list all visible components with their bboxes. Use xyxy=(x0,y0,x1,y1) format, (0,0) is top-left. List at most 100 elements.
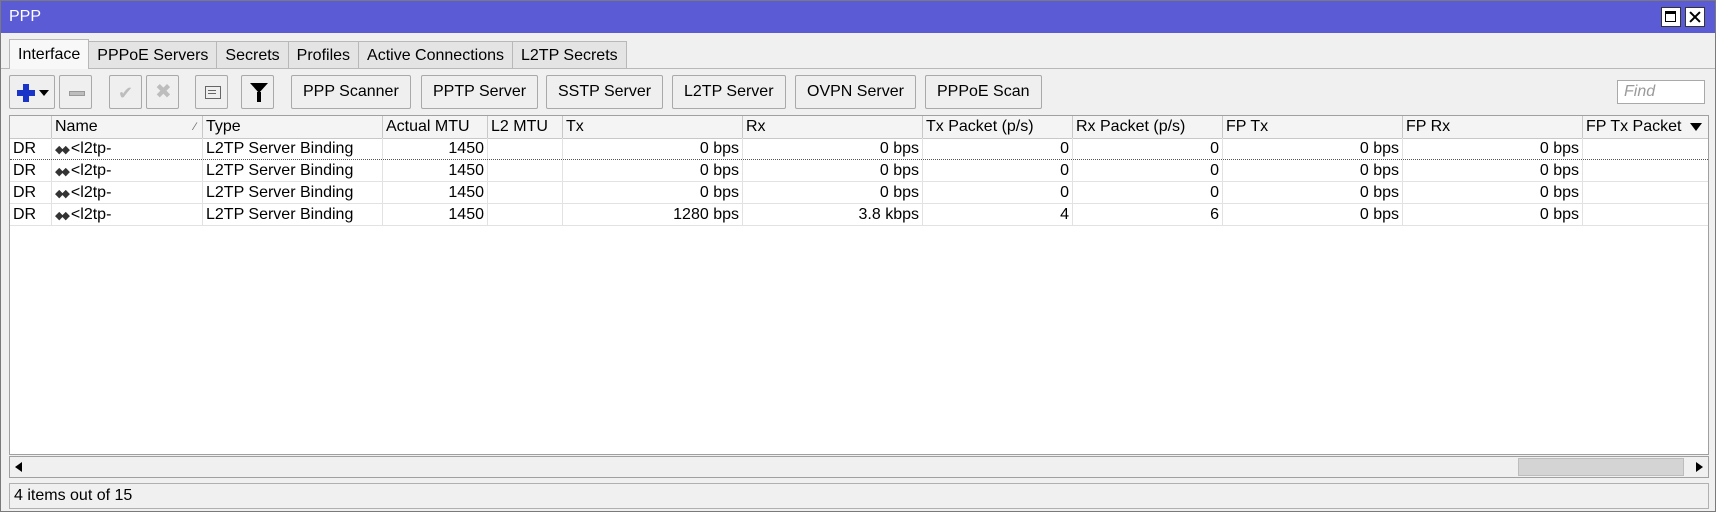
col-fp-tx[interactable]: FP Tx xyxy=(1223,116,1403,138)
cell-name: ◆◆ <l2tp- xyxy=(52,182,203,203)
col-name[interactable]: Name ∕ xyxy=(52,116,203,138)
remove-button[interactable] xyxy=(59,75,92,109)
filter-button[interactable] xyxy=(241,75,274,109)
scrollbar-thumb[interactable] xyxy=(1518,458,1684,476)
cell-l2-mtu xyxy=(488,182,563,203)
arrow-right-icon[interactable] xyxy=(1696,462,1703,472)
cell-rx: 0 bps xyxy=(743,182,923,203)
col-rx[interactable]: Rx xyxy=(743,116,923,138)
cell-flags: DR xyxy=(10,138,52,159)
add-button[interactable] xyxy=(9,75,55,109)
table-row[interactable]: DR ◆◆ <l2tp- L2TP Server Binding 1450 0 bps 0 … xyxy=(10,160,1708,182)
interface-table: Name ∕ Type Actual MTU L2 MTU Tx Rx Tx P… xyxy=(9,115,1709,455)
arrow-left-icon[interactable] xyxy=(15,462,22,472)
table-header: Name ∕ Type Actual MTU L2 MTU Tx Rx Tx P… xyxy=(10,116,1708,139)
interface-name: <l2tp- xyxy=(70,140,112,157)
toolbar: ✔ ✖ PPP Scanner PPTP Server SSTP Server … xyxy=(9,75,1709,109)
minus-icon xyxy=(69,91,85,96)
interface-icon: ◆◆ xyxy=(55,188,70,200)
close-icon[interactable] xyxy=(1685,7,1705,27)
cell-actual-mtu: 1450 xyxy=(383,138,488,159)
col-tx-packet[interactable]: Tx Packet (p/s) xyxy=(923,116,1073,138)
title-bar: PPP xyxy=(1,1,1715,33)
cell-rx: 0 bps xyxy=(743,160,923,181)
cell-fp-rx: 0 bps xyxy=(1403,204,1583,225)
tab-active-connections[interactable]: Active Connections xyxy=(358,41,513,68)
table-row[interactable]: DR ◆◆ <l2tp- L2TP Server Binding 1450 0 bps 0 … xyxy=(10,138,1708,160)
table-row[interactable]: DR ◆◆ <l2tp- L2TP Server Binding 1450 0 bps 0 … xyxy=(10,182,1708,204)
cell-tx: 1280 bps xyxy=(563,204,743,225)
cell-name: ◆◆ <l2tp- xyxy=(52,160,203,181)
cell-l2-mtu xyxy=(488,160,563,181)
cell-type: L2TP Server Binding xyxy=(203,160,383,181)
tab-profiles[interactable]: Profiles xyxy=(287,41,360,68)
cell-actual-mtu: 1450 xyxy=(383,204,488,225)
cell-type: L2TP Server Binding xyxy=(203,204,383,225)
cell-rx: 0 bps xyxy=(743,138,923,159)
cell-rx-packet: 6 xyxy=(1073,204,1223,225)
cell-tx: 0 bps xyxy=(563,160,743,181)
tab-interface[interactable]: Interface xyxy=(9,39,90,69)
cell-fp-tx-packet xyxy=(1583,182,1708,203)
status-bar: 4 items out of 15 xyxy=(9,483,1709,509)
x-icon: ✖ xyxy=(155,81,172,103)
cell-tx-packet: 0 xyxy=(923,138,1073,159)
enable-button[interactable]: ✔ xyxy=(109,75,142,109)
cell-l2-mtu xyxy=(488,138,563,159)
cell-fp-tx-packet xyxy=(1583,204,1708,225)
tab-pppoe-servers[interactable]: PPPoE Servers xyxy=(88,41,218,68)
table-row[interactable]: DR ◆◆ <l2tp- L2TP Server Binding 1450 1280 bp… xyxy=(10,204,1708,226)
cell-tx-packet: 0 xyxy=(923,160,1073,181)
cell-fp-tx: 0 bps xyxy=(1223,160,1403,181)
cell-rx-packet: 0 xyxy=(1073,160,1223,181)
cell-rx-packet: 0 xyxy=(1073,182,1223,203)
cell-flags: DR xyxy=(10,160,52,181)
cell-name: ◆◆ <l2tp- xyxy=(52,138,203,159)
cell-fp-tx-packet xyxy=(1583,138,1708,159)
cell-type: L2TP Server Binding xyxy=(203,138,383,159)
col-flags[interactable] xyxy=(10,116,52,138)
col-l2-mtu[interactable]: L2 MTU xyxy=(488,116,563,138)
find-input[interactable]: Find xyxy=(1617,80,1705,104)
col-rx-packet[interactable]: Rx Packet (p/s) xyxy=(1073,116,1223,138)
col-name-label: Name xyxy=(55,118,98,135)
cell-fp-rx: 0 bps xyxy=(1403,182,1583,203)
cell-fp-tx-packet xyxy=(1583,160,1708,181)
maximize-icon[interactable] xyxy=(1661,7,1681,27)
l2tp-server-button[interactable]: L2TP Server xyxy=(672,75,786,109)
cell-rx: 3.8 kbps xyxy=(743,204,923,225)
column-menu-icon[interactable] xyxy=(1690,123,1702,131)
cell-tx: 0 bps xyxy=(563,182,743,203)
col-tx[interactable]: Tx xyxy=(563,116,743,138)
cell-rx-packet: 0 xyxy=(1073,138,1223,159)
window-title: PPP xyxy=(9,8,42,25)
pptp-server-button[interactable]: PPTP Server xyxy=(421,75,539,109)
filter-icon xyxy=(250,83,268,102)
interface-icon: ◆◆ xyxy=(55,144,70,156)
cell-flags: DR xyxy=(10,182,52,203)
comment-button[interactable] xyxy=(195,75,228,109)
ppp-window: PPP Interface PPPoE Servers Secrets Prof… xyxy=(0,0,1716,512)
chevron-down-icon xyxy=(39,90,49,96)
cell-tx-packet: 0 xyxy=(923,182,1073,203)
col-fp-rx[interactable]: FP Rx xyxy=(1403,116,1583,138)
cell-l2-mtu xyxy=(488,204,563,225)
col-actual-mtu[interactable]: Actual MTU xyxy=(383,116,488,138)
interface-name: <l2tp- xyxy=(70,206,112,223)
tab-secrets[interactable]: Secrets xyxy=(216,41,289,68)
tab-divider xyxy=(1,68,1715,69)
col-type[interactable]: Type xyxy=(203,116,383,138)
ovpn-server-button[interactable]: OVPN Server xyxy=(795,75,916,109)
comment-icon xyxy=(205,86,221,99)
plus-icon xyxy=(17,84,35,102)
cell-fp-tx: 0 bps xyxy=(1223,204,1403,225)
pppoe-scan-button[interactable]: PPPoE Scan xyxy=(925,75,1042,109)
tab-l2tp-secrets[interactable]: L2TP Secrets xyxy=(512,41,627,68)
sstp-server-button[interactable]: SSTP Server xyxy=(546,75,664,109)
ppp-scanner-button[interactable]: PPP Scanner xyxy=(291,75,411,109)
interface-name: <l2tp- xyxy=(70,162,112,179)
cell-fp-tx: 0 bps xyxy=(1223,138,1403,159)
cell-tx: 0 bps xyxy=(563,138,743,159)
horizontal-scrollbar[interactable] xyxy=(9,456,1709,478)
disable-button[interactable]: ✖ xyxy=(146,75,179,109)
